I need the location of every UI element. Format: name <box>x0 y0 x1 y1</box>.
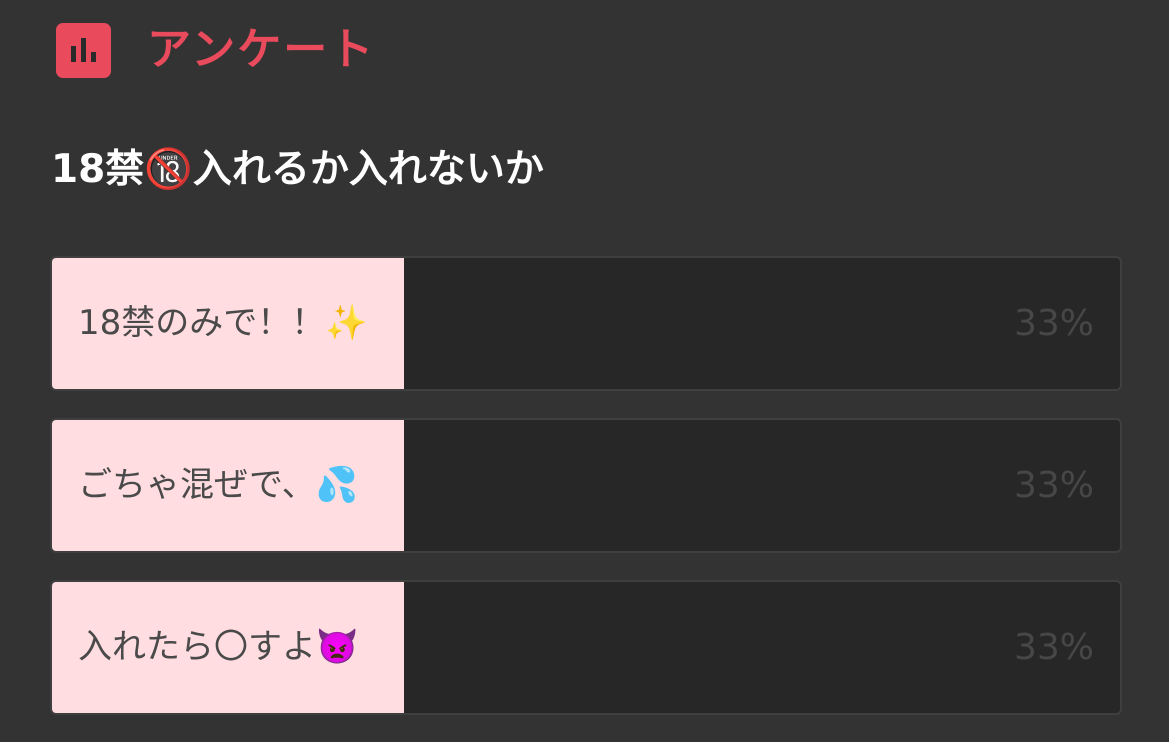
poll-options: 18禁のみで！！✨ 33% ごちゃ混ぜで、💦 33% 入れたら〇すよ👿 33% <box>50 256 1122 742</box>
poll-option-3-percent: 33% <box>1013 627 1094 668</box>
poll-option-3-label: 入れたら〇すよ👿 <box>78 627 359 667</box>
poll-option-2-percent: 33% <box>1013 465 1094 506</box>
poll-question: 18禁🔞入れるか入れないか <box>51 147 544 192</box>
poll-option-1[interactable]: 18禁のみで！！✨ 33% <box>50 256 1122 391</box>
poll-header: アンケート <box>56 22 375 78</box>
poll-option-3[interactable]: 入れたら〇すよ👿 33% <box>50 580 1122 715</box>
poll-option-1-label: 18禁のみで！！✨ <box>78 303 368 343</box>
poll-option-2-label: ごちゃ混ぜで、💦 <box>78 465 358 505</box>
poll-option-2[interactable]: ごちゃ混ぜで、💦 33% <box>50 418 1122 553</box>
poll-option-1-percent: 33% <box>1013 303 1094 344</box>
bar-chart-icon <box>56 22 111 78</box>
poll-header-title: アンケート <box>147 24 376 75</box>
